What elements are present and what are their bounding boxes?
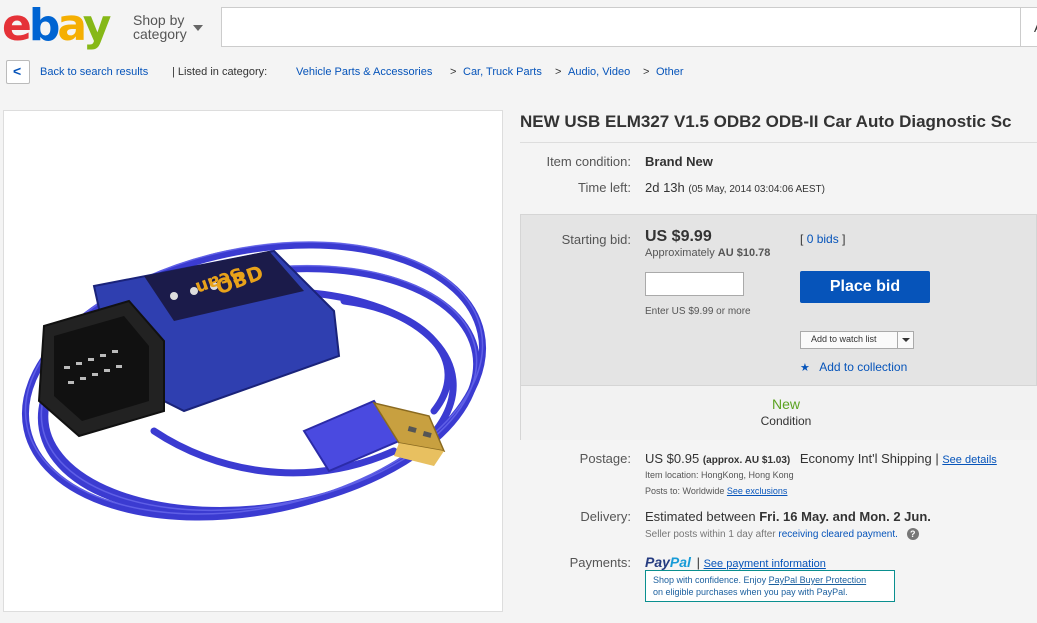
back-button[interactable]: < <box>6 60 30 84</box>
ebay-logo[interactable]: ebay <box>2 2 111 50</box>
breadcrumb-separator: > <box>555 66 562 78</box>
cleared-payment-link[interactable]: receiving cleared payment. <box>778 529 898 540</box>
search-input[interactable]: A <box>221 7 1037 47</box>
time-left-label: Time left: <box>578 180 631 195</box>
starting-bid-label: Starting bid: <box>561 232 631 247</box>
approx-price: Approximately AU $10.78 <box>645 247 771 259</box>
payments-value: PayPal | See payment information <box>645 554 826 570</box>
paypal-protection-box: Shop with confidence. Enjoy PayPal Buyer… <box>645 570 895 602</box>
shop-by-category-button[interactable]: Shop by category <box>133 12 203 42</box>
condition-summary: New Condition <box>521 385 1037 440</box>
category-label: category <box>133 26 187 42</box>
star-icon: ★ <box>800 362 810 374</box>
bid-amount-input[interactable] <box>645 272 744 296</box>
bid-hint: Enter US $9.99 or more <box>645 306 751 317</box>
paypal-logo: PayPal <box>645 554 691 570</box>
time-left-detail: (05 May, 2014 03:04:06 AEST) <box>688 184 825 195</box>
condition-new: New <box>771 396 800 412</box>
paypal-buyer-protection-link[interactable]: PayPal Buyer Protection <box>769 575 867 585</box>
breadcrumb-separator: > <box>450 66 457 78</box>
add-to-collection-link[interactable]: Add to collection <box>819 360 907 374</box>
breadcrumb-item-other[interactable]: Other <box>656 66 684 78</box>
breadcrumb-separator: > <box>643 66 650 78</box>
bids-count: [ 0 bids ] <box>800 232 846 246</box>
postage-label: Postage: <box>579 451 631 466</box>
add-to-watch-list-button[interactable]: Add to watch list <box>800 331 914 349</box>
caret-down-icon <box>193 25 203 31</box>
breadcrumb-item-audio-video[interactable]: Audio, Video <box>568 66 630 78</box>
add-to-collection: ★ Add to collection <box>800 360 907 374</box>
back-to-search-link[interactable]: Back to search results <box>40 66 148 78</box>
breadcrumb-item-car-truck-parts[interactable]: Car, Truck Parts <box>463 66 542 78</box>
posts-to: Posts to: Worldwide See exclusions <box>645 486 788 496</box>
postage-value: US $0.95 (approx. AU $1.03) Economy Int'… <box>645 451 997 466</box>
search-divider <box>1020 8 1021 46</box>
payments-label: Payments: <box>569 555 631 570</box>
breadcrumb-item-vehicle-parts[interactable]: Vehicle Parts & Accessories <box>296 66 432 78</box>
condition-caption: Condition <box>760 414 812 428</box>
title-divider <box>520 142 1037 143</box>
item-location: Item location: HongKong, Hong Kong <box>645 470 794 480</box>
see-details-link[interactable]: See details <box>942 454 996 466</box>
condition-label: Item condition: <box>546 154 631 169</box>
help-icon[interactable]: ? <box>906 528 919 540</box>
delivery-estimate: Estimated between Fri. 16 May. and Mon. … <box>645 509 931 524</box>
time-left-value: 2d 13h (05 May, 2014 03:04:06 AEST) <box>645 180 825 195</box>
watch-list-dropdown[interactable] <box>897 332 914 348</box>
listed-in-label: | Listed in category: <box>172 66 268 78</box>
bids-link[interactable]: 0 bids <box>807 232 839 246</box>
see-payment-info-link[interactable]: See payment information <box>704 558 826 570</box>
starting-bid-price: US $9.99 <box>645 228 712 245</box>
delivery-note: Seller posts within 1 day after receivin… <box>645 528 919 540</box>
product-image: OBD Scan <box>21 241 487 521</box>
shop-by-label: Shop by <box>133 12 185 28</box>
bid-box: Starting bid: US $9.99 Approximately AU … <box>520 214 1037 440</box>
header: ebay Shop by category A <box>0 0 1037 56</box>
item-title: NEW USB ELM327 V1.5 ODB2 ODB-II Car Auto… <box>520 112 1012 131</box>
product-image-panel[interactable]: OBD Scan <box>3 110 503 612</box>
chevron-left-icon: < <box>13 63 22 79</box>
condition-value: Brand New <box>645 154 713 169</box>
see-exclusions-link[interactable]: See exclusions <box>727 486 788 496</box>
delivery-label: Delivery: <box>580 509 631 524</box>
caret-down-icon <box>902 338 910 342</box>
place-bid-button[interactable]: Place bid <box>800 271 930 303</box>
